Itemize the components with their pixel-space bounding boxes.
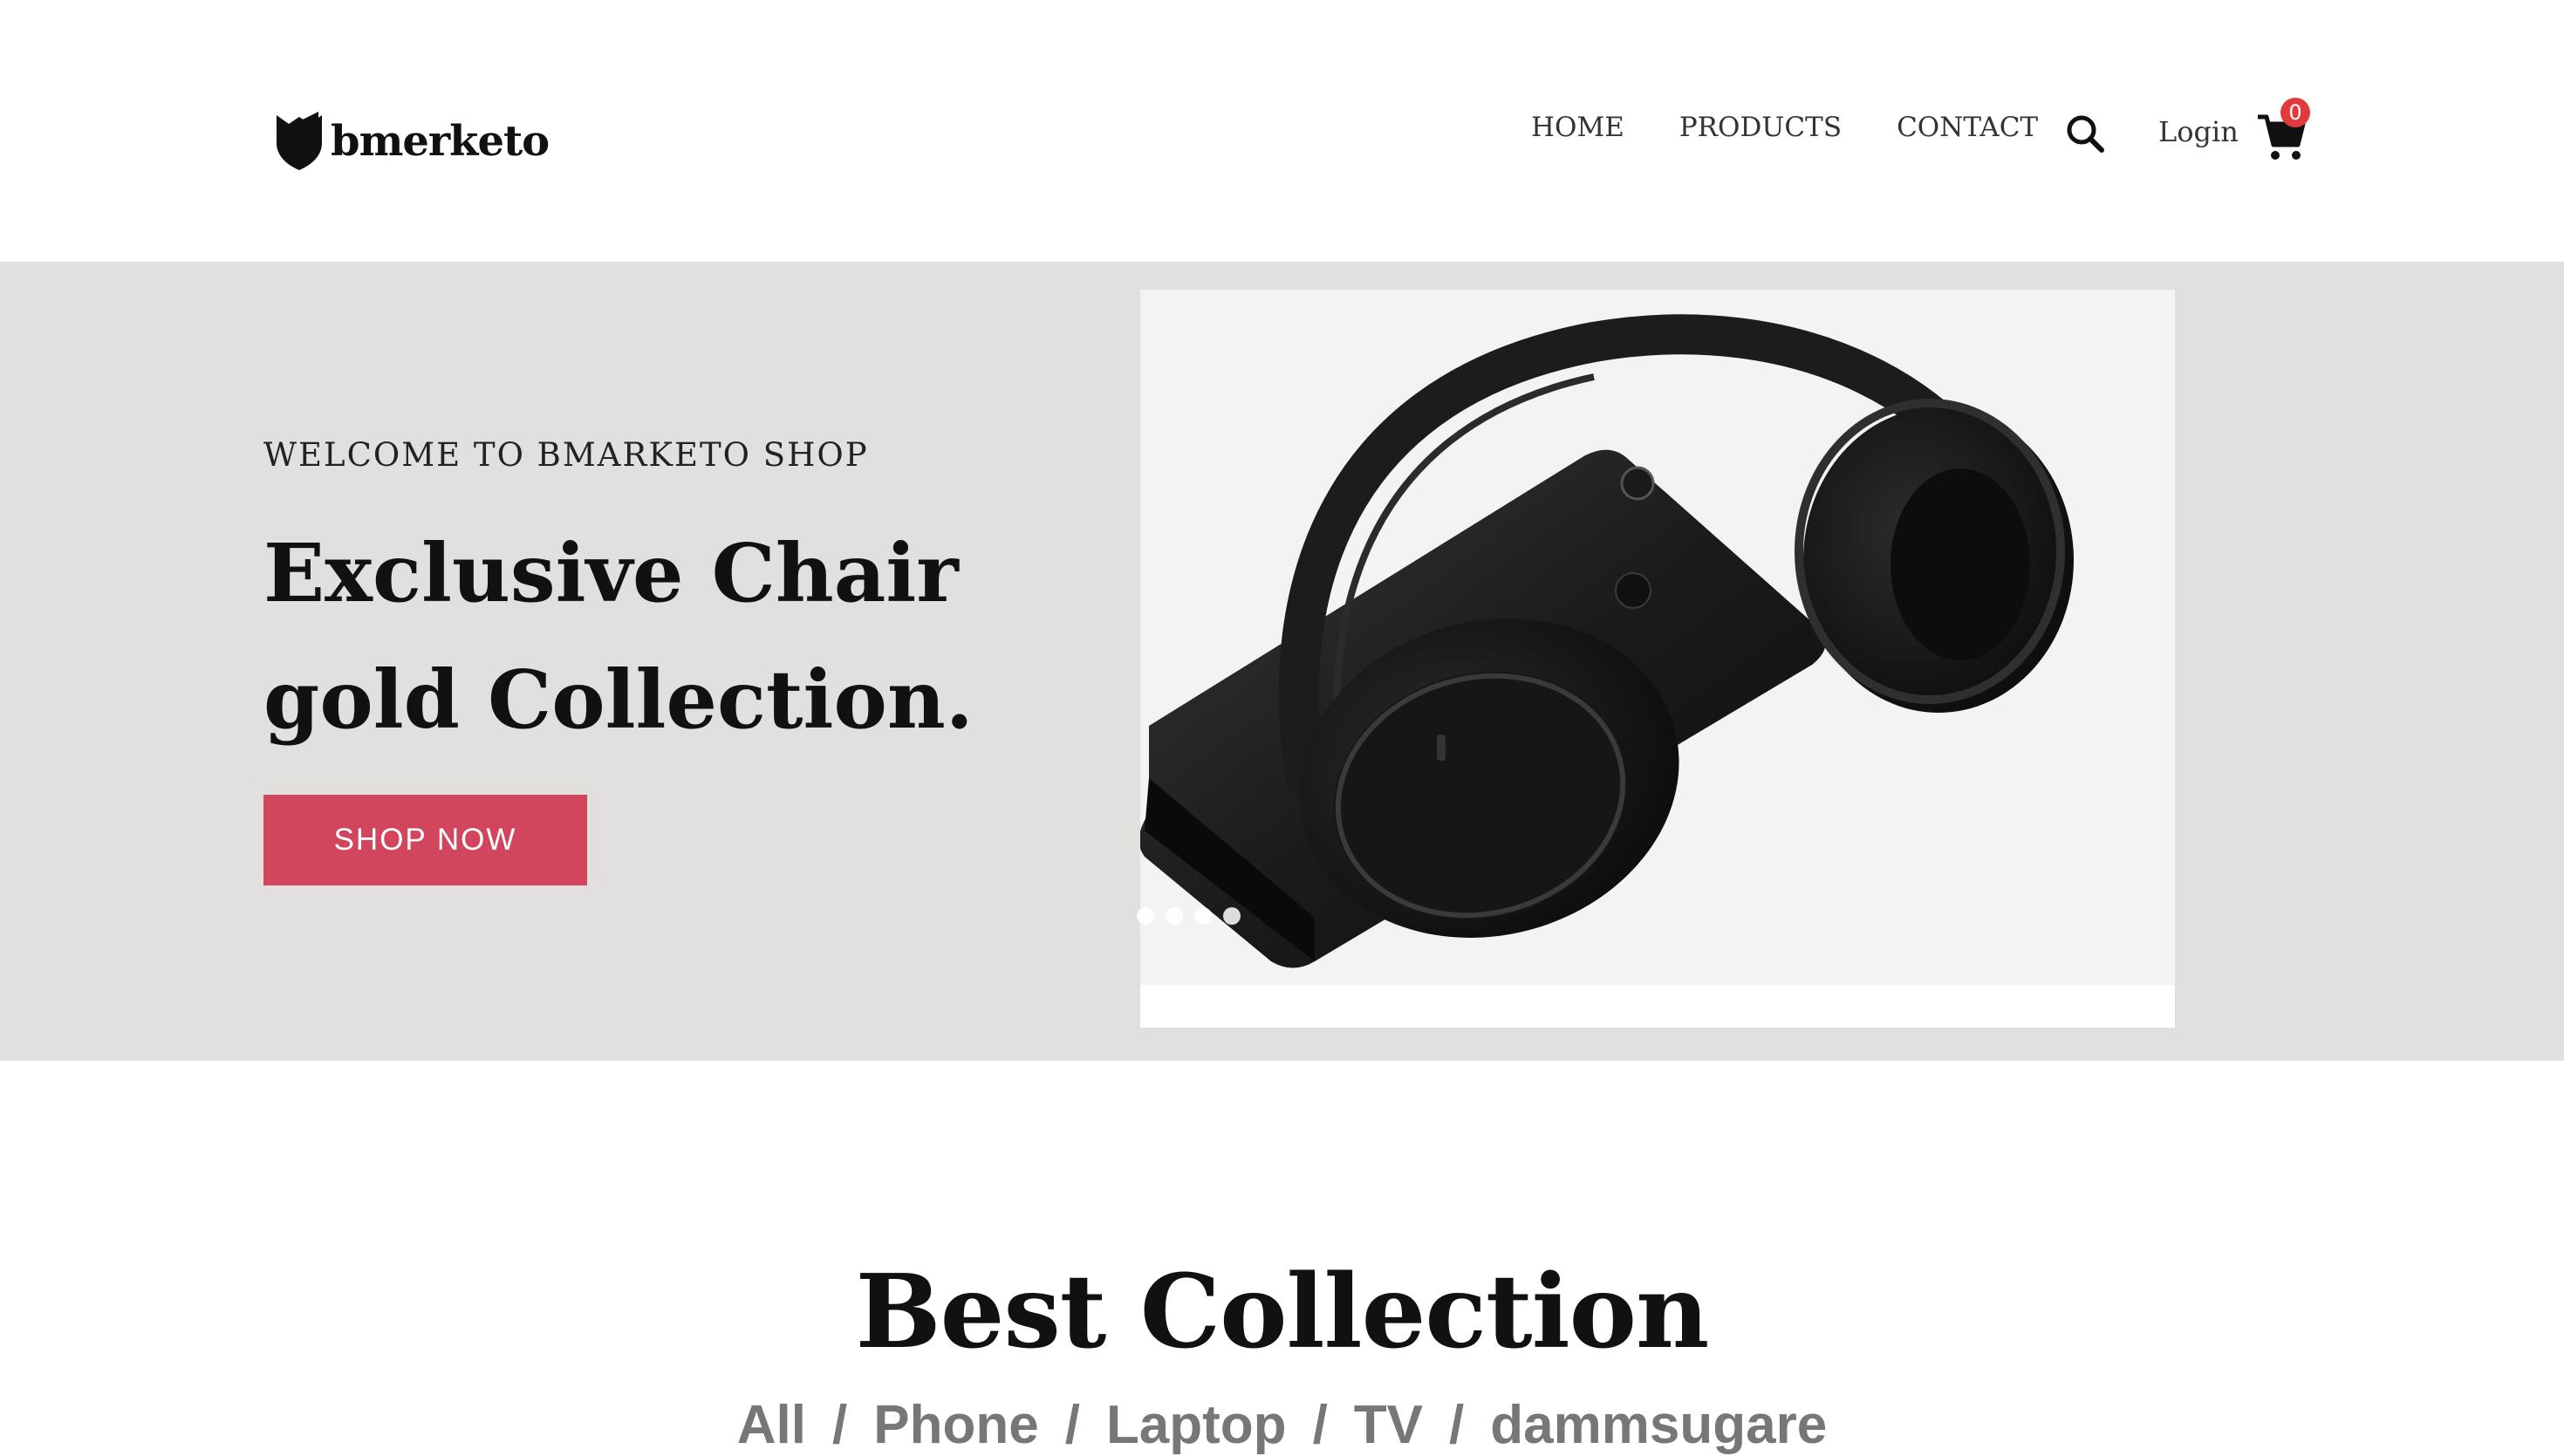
- nav-products[interactable]: PRODUCTS: [1679, 112, 1842, 143]
- slider-dot[interactable]: [1223, 907, 1241, 925]
- slider-dot[interactable]: [1137, 907, 1154, 925]
- hero-headline-line2: gold Collection.: [263, 653, 974, 747]
- login-link[interactable]: Login: [2158, 115, 2239, 148]
- filter-dammsugare[interactable]: dammsugare: [1490, 1394, 1827, 1456]
- filter-separator: /: [1312, 1395, 1328, 1455]
- collection-filter-bar: All / Phone / Laptop / TV / dammsugare: [0, 1394, 2564, 1456]
- brand-logo[interactable]: bmerketo: [275, 112, 550, 171]
- hero-slide: [1140, 290, 2175, 1028]
- main-nav: HOME PRODUCTS CONTACT: [1531, 112, 2093, 143]
- nav-home[interactable]: HOME: [1531, 112, 1624, 143]
- hero-welcome-text: WELCOME TO BMARKETO SHOP: [263, 436, 869, 474]
- hero-banner: WELCOME TO BMARKETO SHOP Exclusive Chair…: [0, 262, 2564, 1061]
- search-icon[interactable]: [2065, 113, 2105, 154]
- best-collection-title: Best Collection: [855, 1253, 1710, 1372]
- filter-separator: /: [832, 1395, 848, 1455]
- hero-headline: Exclusive Chair gold Collection.: [263, 510, 1049, 763]
- nav-contact[interactable]: CONTACT: [1897, 112, 2038, 143]
- site-header: bmerketo HOME PRODUCTS CONTACT Login 0: [0, 0, 2564, 262]
- filter-separator: /: [1064, 1395, 1080, 1455]
- filter-tv[interactable]: TV: [1354, 1394, 1423, 1456]
- slider-dot[interactable]: [1166, 907, 1183, 925]
- slider-dot[interactable]: [1194, 907, 1212, 925]
- filter-laptop[interactable]: Laptop: [1106, 1394, 1287, 1456]
- headphones-product-image: [1140, 290, 2175, 985]
- hero-headline-line1: Exclusive Chair: [263, 526, 959, 620]
- shield-logo-icon: [277, 112, 322, 170]
- filter-separator: /: [1449, 1395, 1465, 1455]
- slider-dots: [1137, 907, 1252, 925]
- filter-phone[interactable]: Phone: [873, 1394, 1038, 1456]
- filter-all[interactable]: All: [737, 1394, 806, 1456]
- brand-name: bmerketo: [331, 117, 550, 166]
- cart-count-badge: 0: [2280, 98, 2310, 127]
- shop-now-button[interactable]: SHOP NOW: [263, 795, 587, 885]
